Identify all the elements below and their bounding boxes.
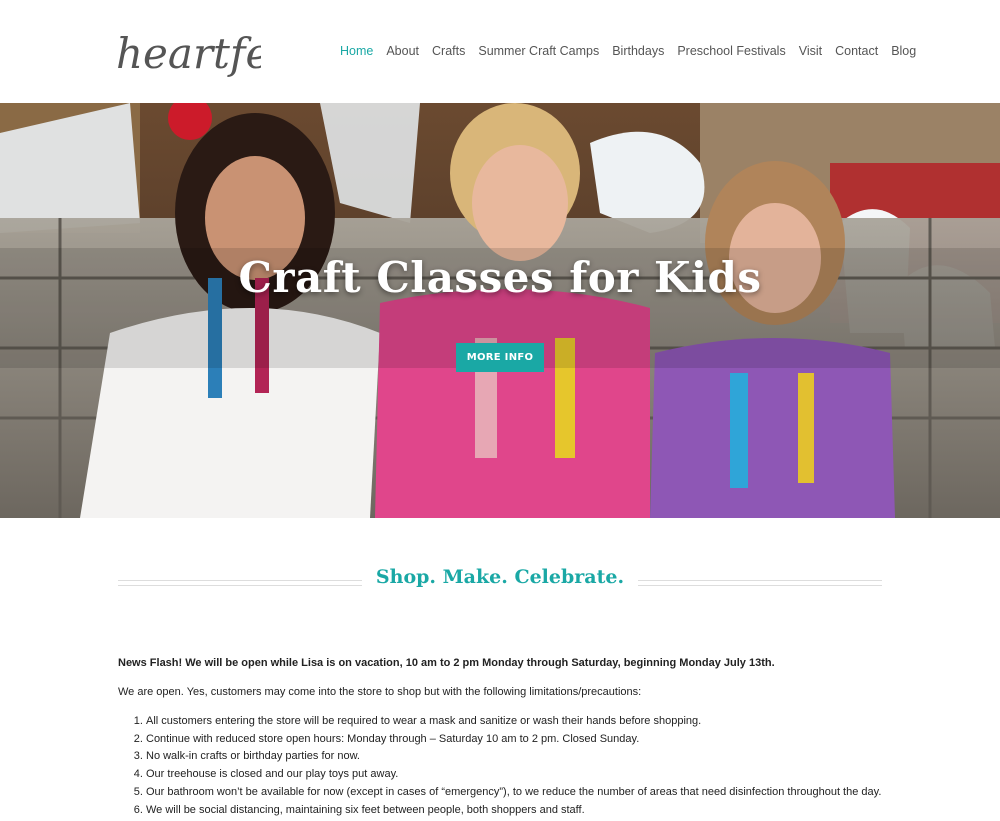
nav-birthdays[interactable]: Birthdays <box>612 44 664 58</box>
tagline-section: Shop. Make. Celebrate. <box>118 566 882 600</box>
list-item: All customers entering the store will be… <box>146 714 888 729</box>
nav-blog[interactable]: Blog <box>891 44 916 58</box>
more-info-button[interactable]: MORE INFO <box>456 343 544 372</box>
list-item: We will be social distancing, maintainin… <box>146 803 888 818</box>
site-logo[interactable]: heartfelt <box>116 16 261 96</box>
tagline: Shop. Make. Celebrate. <box>375 566 625 588</box>
precautions-list: All customers entering the store will be… <box>146 714 888 818</box>
nav-contact[interactable]: Contact <box>835 44 878 58</box>
list-item: Continue with reduced store open hours: … <box>146 732 888 747</box>
nav-crafts[interactable]: Crafts <box>432 44 465 58</box>
list-item: Our bathroom won’t be available for now … <box>146 785 888 800</box>
hero-title: Craft Classes for Kids <box>238 253 762 302</box>
nav-summer-craft-camps[interactable]: Summer Craft Camps <box>478 44 599 58</box>
heartfelt-logo-script: heartfelt <box>116 29 261 78</box>
list-item: No walk-in crafts or birthday parties fo… <box>146 749 888 764</box>
hero-photo-children-with-dolls <box>0 103 1000 518</box>
nav-about[interactable]: About <box>386 44 419 58</box>
nav-home[interactable]: Home <box>340 44 373 58</box>
list-item: Our treehouse is closed and our play toy… <box>146 767 888 782</box>
nav-visit[interactable]: Visit <box>799 44 822 58</box>
svg-text:heartfelt: heartfelt <box>116 29 261 78</box>
site-header: heartfelt Home About Crafts Summer Craft… <box>0 0 1000 103</box>
nav-preschool-festivals[interactable]: Preschool Festivals <box>677 44 785 58</box>
main-nav: Home About Crafts Summer Craft Camps Bir… <box>340 44 929 58</box>
main-content: News Flash! We will be open while Lisa i… <box>118 656 888 821</box>
news-flash: News Flash! We will be open while Lisa i… <box>118 657 775 669</box>
hero-banner: Craft Classes for Kids MORE INFO <box>0 103 1000 518</box>
intro-paragraph: We are open. Yes, customers may come int… <box>118 685 642 698</box>
